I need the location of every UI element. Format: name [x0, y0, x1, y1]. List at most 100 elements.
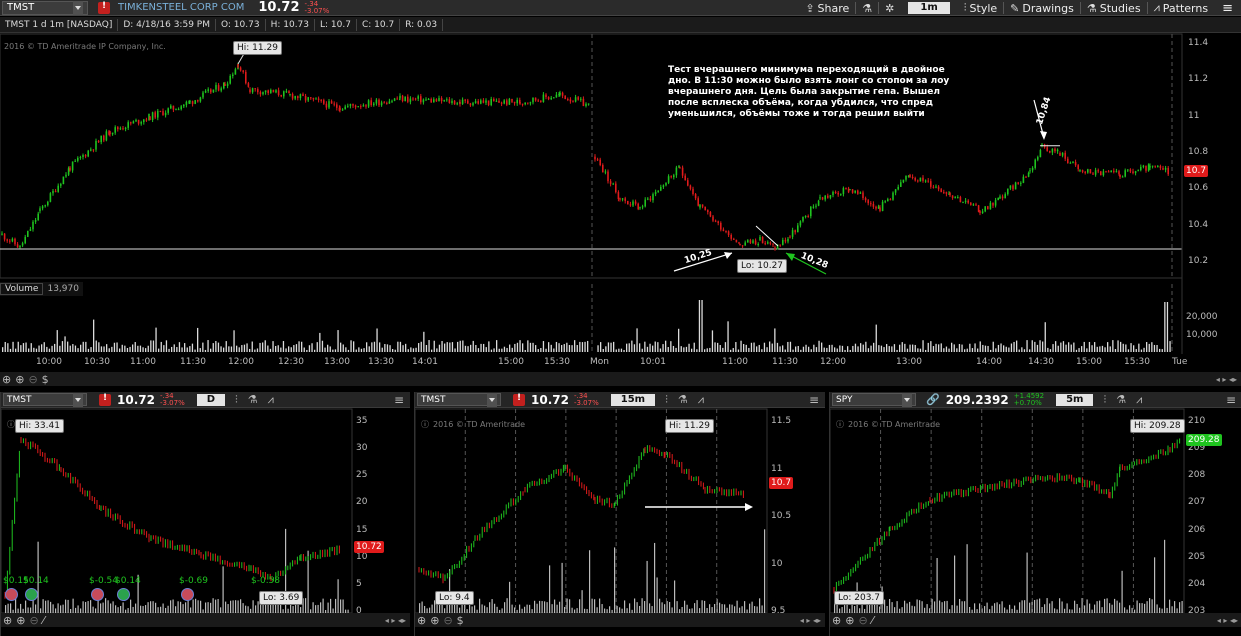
pattern-icon[interactable]: ⩘: [268, 393, 274, 407]
candle-icon[interactable]: ⫶: [665, 393, 668, 407]
panel-symbol-selector[interactable]: SPY: [832, 392, 916, 407]
time-tick: 12:30: [278, 357, 304, 367]
hamburger-icon[interactable]: ≡: [1226, 393, 1236, 407]
current-price-tag: 10.7: [769, 477, 794, 489]
link-icon[interactable]: 🔗: [926, 393, 940, 406]
time-tick: 10:00: [36, 357, 62, 367]
event-marker-icon[interactable]: [91, 588, 104, 601]
zoom-out-icon[interactable]: ⊖: [858, 614, 867, 627]
pattern-icon[interactable]: ⩘: [698, 393, 704, 407]
timeframe-button[interactable]: 1m: [908, 2, 950, 14]
time-tick: 15:30: [1124, 357, 1150, 367]
time-tick: 15:00: [1076, 357, 1102, 367]
scroll-arrows-icon[interactable]: ◂ ▸ ◂▸: [1217, 616, 1238, 625]
hi-label: Hi: 11.29: [233, 41, 282, 55]
bar-high: H: 10.73: [266, 18, 316, 31]
price-tick: 11.5: [771, 416, 792, 426]
hamburger-icon[interactable]: ≡: [394, 393, 404, 407]
alert-flag-icon[interactable]: [98, 1, 110, 14]
chevron-down-icon[interactable]: [902, 392, 912, 407]
zoom-out-icon[interactable]: ⊖: [28, 373, 37, 386]
lo-label: Lo: 203.7: [834, 591, 885, 605]
volume-label: Volume: [0, 283, 44, 295]
panel-price: 209.2392: [945, 392, 1009, 407]
main-chart[interactable]: 2016 © TD Ameritrade IP Company, Inc. Hi…: [0, 33, 1241, 388]
zoom-in-icon[interactable]: ⊕: [16, 614, 25, 627]
candle-icon[interactable]: ⫶: [235, 393, 238, 407]
flask-icon[interactable]: ⚗: [1116, 393, 1126, 406]
crosshair-icon[interactable]: ⊕: [3, 614, 12, 627]
settings-button[interactable]: ✲: [879, 2, 900, 15]
flask-icon: ⚗: [1086, 1, 1097, 15]
event-marker-icon[interactable]: [117, 588, 130, 601]
flask-icon[interactable]: ⚗: [678, 393, 688, 406]
flask-button[interactable]: ⚗: [856, 2, 878, 15]
chevron-down-icon[interactable]: [487, 392, 497, 407]
pattern-icon[interactable]: ⩘: [1136, 393, 1142, 407]
share-icon: ⇪: [805, 1, 815, 15]
crosshair-icon[interactable]: ⊕: [417, 614, 426, 627]
candle-icon[interactable]: ⫶: [1103, 393, 1106, 407]
panel-info-icon[interactable]: ⓘ: [836, 419, 844, 430]
style-button[interactable]: ⫶ Style: [958, 1, 1003, 15]
zoom-in-icon[interactable]: ⊕: [430, 614, 439, 627]
scroll-arrows-icon[interactable]: ◂ ▸ ◂▸: [385, 616, 406, 625]
panel-copyright: 2016 © TD Ameritrade: [433, 420, 526, 429]
hi-label: Hi: 209.28: [1130, 419, 1185, 433]
info-row: TMST 1 d 1m [NASDAQ] D: 4/18/16 3:59 PM …: [0, 17, 1241, 33]
time-tick: 11:30: [772, 357, 798, 367]
vol-tick: 20,000: [1186, 312, 1218, 322]
panel-timeframe-button[interactable]: 5m: [1056, 393, 1094, 406]
share-button[interactable]: ⇪ Share: [799, 2, 855, 15]
candle-icon: ⫶: [963, 1, 967, 14]
chevron-down-icon[interactable]: [73, 392, 83, 407]
studies-button[interactable]: ⚗ Studies: [1081, 2, 1147, 15]
panel2-chart[interactable]: TMST 10.72 -.34 -3.07% 15m ⫶ ⚗ ⩘ ≡ ⓘ 201…: [414, 392, 825, 636]
panel-timeframe-button[interactable]: D: [196, 393, 226, 406]
price-tick: 25: [356, 470, 368, 481]
scroll-arrows-icon[interactable]: ◂ ▸ ◂▸: [1216, 375, 1237, 384]
event-marker-icon[interactable]: [181, 588, 194, 601]
event-marker-icon[interactable]: [25, 588, 38, 601]
draw-icon[interactable]: ⁄: [43, 614, 45, 627]
zoom-out-icon[interactable]: ⊖: [29, 614, 38, 627]
zoom-in-icon[interactable]: ⊕: [845, 614, 854, 627]
menu-button[interactable]: ≡: [1214, 1, 1241, 16]
zoom-out-icon[interactable]: ⊖: [443, 614, 452, 627]
change-pct: +0.70%: [1013, 398, 1042, 407]
panel-timeframe-button[interactable]: 15m: [610, 393, 656, 406]
hi-label: Hi: 33.41: [15, 419, 64, 433]
crosshair-icon[interactable]: ⊕: [2, 373, 11, 386]
event-marker-icon[interactable]: [5, 588, 18, 601]
panel-bottom-tools: ⊕ ⊕ ⊖ $ ◂ ▸ ◂▸: [415, 613, 825, 627]
scroll-arrows-icon[interactable]: ◂ ▸ ◂▸: [800, 616, 821, 625]
crosshair-icon[interactable]: ⊕: [832, 614, 841, 627]
zoom-in-icon[interactable]: ⊕: [15, 373, 24, 386]
price-tick: 9.5: [771, 606, 786, 616]
panel1-chart[interactable]: TMST 10.72 -.34 -3.07% D ⫶ ⚗ ⩘ ≡ ⓘ Ameri…: [0, 392, 410, 636]
hamburger-icon[interactable]: ≡: [809, 393, 819, 407]
dollar-icon[interactable]: $: [42, 373, 49, 386]
patterns-button[interactable]: ⩘ Patterns: [1148, 1, 1215, 15]
flask-icon[interactable]: ⚗: [248, 393, 258, 406]
panel-symbol-selector[interactable]: TMST: [3, 392, 87, 407]
price-tick: 10.4: [1188, 219, 1209, 230]
studies-label: Studies: [1099, 1, 1141, 15]
dollar-icon[interactable]: $: [457, 614, 464, 627]
panel3-chart[interactable]: SPY 🔗 209.2392 +1.4592 +0.70% 5m ⫶ ⚗ ⩘ ≡…: [829, 392, 1241, 636]
alert-flag-icon[interactable]: [99, 393, 111, 406]
panel-symbol-selector[interactable]: TMST: [417, 392, 501, 407]
draw-icon[interactable]: ⁄: [872, 614, 874, 627]
symbol-selector[interactable]: TMST: [2, 0, 88, 15]
price-tick: 206: [1188, 524, 1206, 535]
time-tick: 13:00: [896, 357, 922, 367]
dividend-label: $0.14: [115, 576, 141, 586]
panel-info-icon[interactable]: ⓘ: [7, 419, 15, 430]
alert-flag-icon[interactable]: [513, 393, 525, 406]
drawings-button[interactable]: ✎ Drawings: [1004, 2, 1080, 15]
chevron-down-icon[interactable]: [73, 0, 83, 15]
pencil-icon: ✎: [1010, 1, 1020, 15]
panel-info-icon[interactable]: ⓘ: [421, 419, 429, 430]
time-tick: 14:00: [976, 357, 1002, 367]
annotation-note[interactable]: Тест вчерашнего минимума переходящий в д…: [668, 65, 968, 120]
